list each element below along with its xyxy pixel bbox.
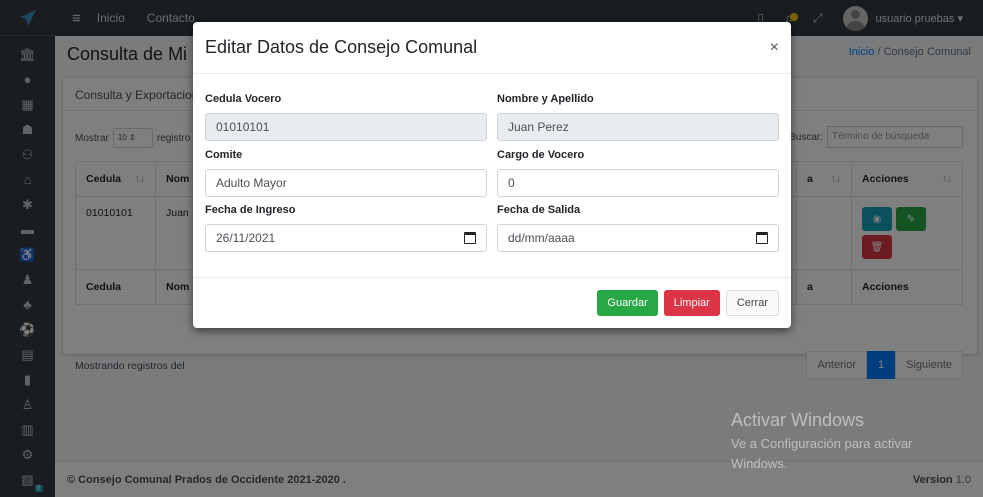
ingreso-label: Fecha de Ingreso — [205, 204, 296, 216]
field-comite: Comite Adulto Mayor — [205, 149, 487, 197]
close-icon[interactable]: × — [770, 39, 779, 57]
salida-value: dd/mm/aaaa — [508, 231, 575, 245]
salida-label: Fecha de Salida — [497, 204, 581, 216]
modal-header: Editar Datos de Consejo Comunal × — [193, 22, 791, 74]
modal-body: Cedula Vocero 01010101 Nombre y Apellido… — [193, 74, 791, 278]
comite-input[interactable]: Adulto Mayor — [205, 169, 487, 197]
watermark-subtitle: Ve a Configuración para activar Windows. — [731, 436, 913, 471]
ingreso-value: 26/11/2021 — [216, 231, 276, 245]
edit-modal: Editar Datos de Consejo Comunal × Cedula… — [193, 22, 791, 328]
windows-activation-watermark: Activar Windows Ve a Configuración para … — [731, 410, 951, 473]
close-button[interactable]: Cerrar — [725, 290, 779, 316]
field-ingreso: Fecha de Ingreso 26/11/2021 — [205, 204, 487, 252]
calendar-icon[interactable] — [756, 232, 768, 244]
calendar-icon[interactable] — [464, 232, 476, 244]
cargo-label: Cargo de Vocero — [497, 149, 585, 161]
cargo-input[interactable]: 0 — [497, 169, 779, 197]
cedula-input[interactable]: 01010101 — [205, 113, 487, 141]
watermark-title: Activar Windows — [731, 410, 865, 430]
field-cargo: Cargo de Vocero 0 — [497, 149, 779, 197]
field-nombre: Nombre y Apellido Juan Perez — [497, 93, 779, 141]
cedula-label: Cedula Vocero — [205, 93, 282, 105]
save-button[interactable]: Guardar — [597, 290, 658, 316]
field-cedula: Cedula Vocero 01010101 — [205, 93, 487, 141]
comite-label: Comite — [205, 149, 243, 161]
modal-footer: Guardar Limpiar Cerrar — [193, 277, 791, 328]
clear-button[interactable]: Limpiar — [663, 290, 720, 316]
salida-date-input[interactable]: dd/mm/aaaa — [497, 224, 779, 252]
ingreso-date-input[interactable]: 26/11/2021 — [205, 224, 487, 252]
nombre-label: Nombre y Apellido — [497, 93, 594, 105]
nombre-input[interactable]: Juan Perez — [497, 113, 779, 141]
field-salida: Fecha de Salida dd/mm/aaaa — [497, 204, 779, 252]
modal-title: Editar Datos de Consejo Comunal — [205, 37, 478, 57]
